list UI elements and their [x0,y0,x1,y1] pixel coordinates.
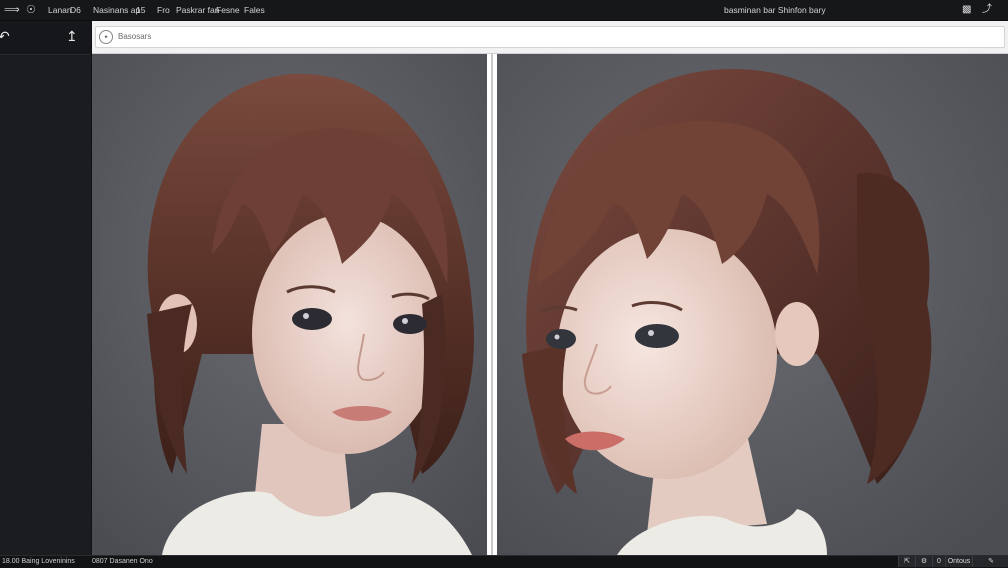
pencil-icon[interactable]: ✎ [972,556,1008,567]
window-title: basminan bar Shinfon bary [724,5,826,15]
resize-icon[interactable]: ⇱ [898,556,915,567]
main-content: ٭ Basosars [92,21,1008,555]
menu-item-6[interactable]: Paskrar fan [176,3,219,17]
menu-item-4[interactable]: 15 [136,3,145,17]
image-panel-left[interactable] [92,54,487,555]
status-bar: 18.00 Baing Loveninins 0807 Dasanen Ono … [0,555,1008,568]
menu-item-2[interactable]: D6 [70,3,81,17]
status-left-text: 18.00 Baing Loveninins [2,558,75,565]
sidebar: ↶ ↥ [0,21,92,555]
upload-arrow-icon[interactable]: ↥ [66,28,78,45]
settings-icon[interactable]: ⚙ [915,556,932,567]
counter-button[interactable]: 0 [932,556,945,567]
forward-arrow-icon[interactable]: ⟹ [4,2,20,18]
menu-item-3[interactable]: Nasinans ap [93,3,140,17]
split-divider[interactable] [487,54,497,555]
pin-icon[interactable]: ⤴ [982,2,992,18]
menu-item-5[interactable]: Fro [157,3,170,17]
portrait-side-image [497,54,1008,555]
menu-item-1[interactable]: Lanan [48,3,72,17]
circle-dot-icon[interactable]: ☉ [26,2,36,18]
portrait-front-image [92,54,487,555]
image-panel-right[interactable] [497,54,1008,555]
address-bar: ٭ Basosars [92,21,1008,54]
address-text: Basosars [118,32,152,41]
spiral-icon: ٭ [99,30,113,44]
menu-item-8[interactable]: Fales [244,3,265,17]
menu-bar: ⟹ ☉ Lanan D6 Nasinans ap 15 Fro Paskrar … [0,0,1008,21]
address-input[interactable]: ٭ Basosars [95,26,1005,48]
sidebar-toolbar: ↶ ↥ [0,21,91,55]
document-icon[interactable]: ▩ [962,2,971,18]
undo-arrow-icon[interactable]: ↶ [0,28,10,45]
status-mid-text: 0807 Dasanen Ono [92,558,153,565]
options-button[interactable]: Ontous [945,556,972,567]
menu-item-7[interactable]: Fesne [216,3,240,17]
